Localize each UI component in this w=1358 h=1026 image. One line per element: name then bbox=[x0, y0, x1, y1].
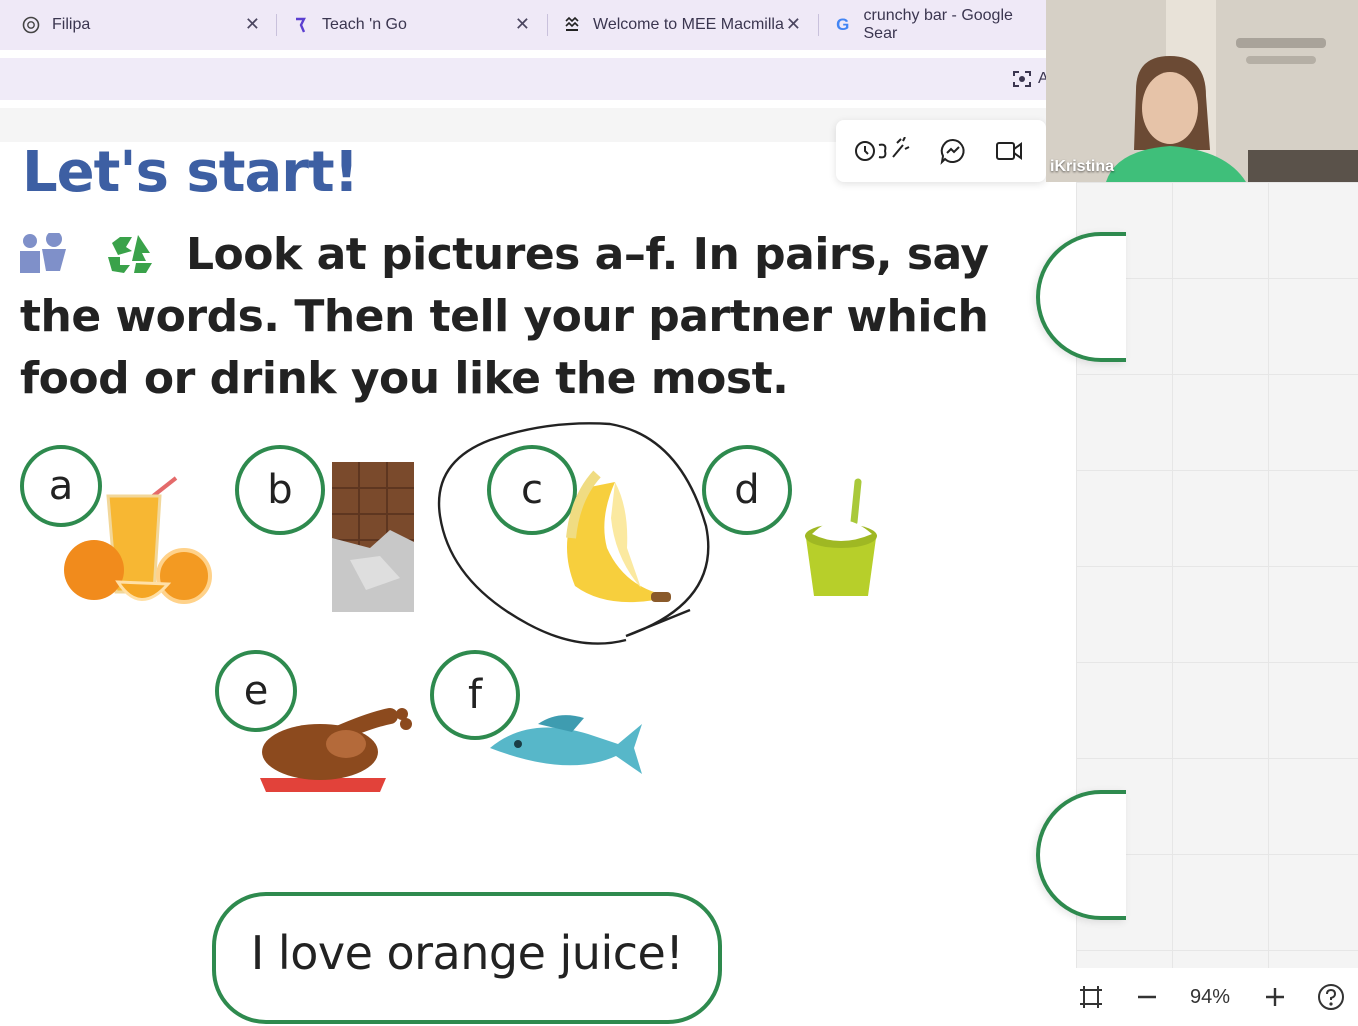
zoom-controls: 94% bbox=[1076, 968, 1358, 1026]
tab-teachngo[interactable]: Teach 'n Go ✕ bbox=[270, 0, 542, 50]
tab-title: Filipa bbox=[52, 16, 91, 33]
teachngo-icon bbox=[292, 16, 310, 34]
google-icon: G bbox=[836, 15, 850, 34]
tab-google[interactable]: G crunchy bar - Google Sear bbox=[812, 0, 1046, 50]
speech-bubble-text: I love orange juice! bbox=[250, 926, 684, 980]
tab-title: Welcome to MEE Macmilla bbox=[593, 16, 784, 33]
badge-letter: d bbox=[734, 467, 760, 513]
tab-title: Teach 'n Go bbox=[322, 16, 407, 33]
annotation-circle-drawing[interactable] bbox=[430, 416, 720, 650]
badge-letter: f bbox=[467, 672, 483, 718]
whiteboard-floating-toolbar bbox=[836, 120, 1046, 182]
macmillan-icon bbox=[563, 16, 581, 34]
tab-title: crunchy bar - Google Sear bbox=[863, 7, 1013, 42]
reactions-icon[interactable] bbox=[852, 134, 912, 168]
tab-filipa[interactable]: Filipa ✕ bbox=[0, 0, 272, 50]
recycle-icon bbox=[108, 235, 152, 273]
tab-macmillan[interactable]: Welcome to MEE Macmilla ✕ bbox=[541, 0, 813, 50]
video-camera-icon[interactable] bbox=[992, 134, 1026, 168]
google-lens-icon[interactable] bbox=[1011, 68, 1033, 90]
zoom-out-icon[interactable] bbox=[1132, 980, 1162, 1014]
pairs-recycle-icons bbox=[20, 228, 186, 273]
lesson-title: Let's start! bbox=[22, 140, 359, 205]
chat-icon[interactable] bbox=[936, 134, 970, 168]
browser-tab-bar: Filipa ✕ Teach 'n Go ✕ Welcome to MEE Ma… bbox=[0, 0, 1046, 50]
help-icon[interactable] bbox=[1316, 980, 1346, 1014]
zoom-in-icon[interactable] bbox=[1260, 980, 1290, 1014]
fit-to-screen-icon[interactable] bbox=[1076, 980, 1106, 1014]
video-participant-tile[interactable]: iKristina bbox=[1046, 0, 1358, 182]
zoom-level: 94% bbox=[1189, 985, 1231, 1008]
pairs-icon bbox=[20, 231, 66, 273]
orange-juice-picture bbox=[64, 476, 212, 604]
lesson-instruction: Look at pictures a–f. In pairs, say the … bbox=[20, 224, 1020, 410]
close-tab-icon[interactable]: ✕ bbox=[245, 14, 260, 35]
participant-video-feed bbox=[1046, 0, 1358, 182]
fish-picture bbox=[490, 715, 642, 774]
openai-icon bbox=[22, 16, 40, 34]
close-tab-icon[interactable]: ✕ bbox=[786, 14, 801, 35]
badge-letter: b bbox=[267, 467, 293, 513]
roast-chicken-picture bbox=[260, 708, 412, 792]
participant-name: iKristina bbox=[1050, 158, 1115, 175]
badge-b: b bbox=[235, 445, 325, 535]
chocolate-bar-picture bbox=[332, 462, 414, 612]
yogurt-picture bbox=[805, 478, 877, 596]
speech-bubble: I love orange juice! bbox=[212, 892, 722, 1024]
browser-toolbar bbox=[0, 58, 1046, 100]
close-tab-icon[interactable]: ✕ bbox=[515, 14, 530, 35]
toolbar-partial-label: A bbox=[1038, 70, 1046, 87]
